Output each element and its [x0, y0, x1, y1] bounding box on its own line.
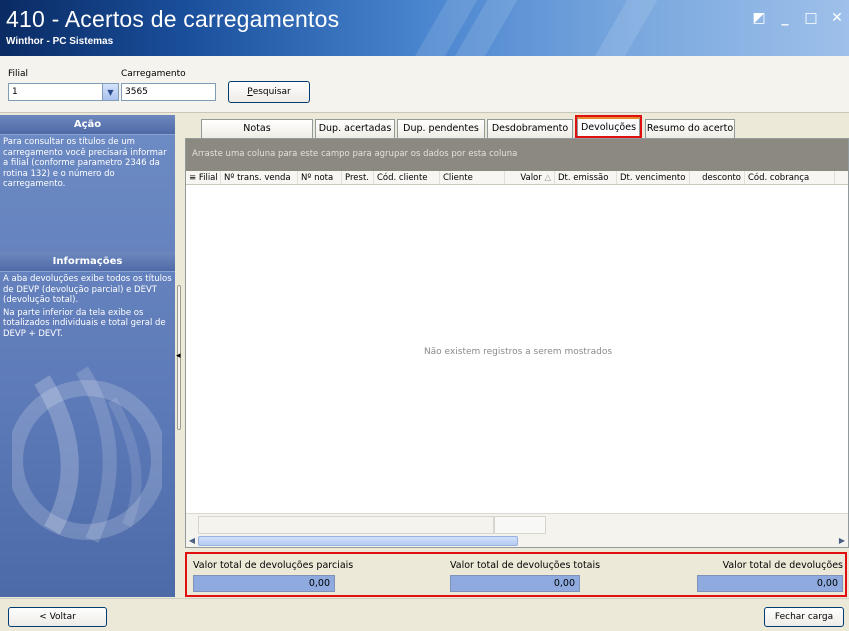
tab-bar: Notas fiscais/Romaneio Dup. acertadas Du…	[185, 115, 849, 151]
back-button[interactable]: < Voltar	[8, 607, 107, 627]
bottom-bar: < Voltar Fechar carga	[0, 598, 849, 631]
window-controls: ◩ _ □ ✕	[751, 10, 845, 26]
column-header[interactable]: Cód. cliente	[374, 171, 440, 184]
tab-dup-acertadas[interactable]: Dup. acertadas	[315, 119, 395, 138]
winthor-logo-icon	[12, 366, 162, 543]
group-by-area[interactable]: Arraste uma coluna para este campo para …	[186, 139, 848, 171]
tab-dup-pendentes[interactable]: Dup. pendentes	[397, 119, 485, 138]
total-parciais-value: 0,00	[193, 575, 335, 592]
column-header[interactable]: Nº nota	[298, 171, 342, 184]
column-header[interactable]: Nº trans. venda	[221, 171, 298, 184]
total-totais-label: Valor total de devoluções totais	[450, 560, 601, 571]
column-header[interactable]: Dt. emissão	[555, 171, 617, 184]
tab-notas-fiscais[interactable]: Notas fiscais/Romaneio	[201, 119, 313, 151]
tab-resumo-acerto[interactable]: Resumo do acerto	[645, 119, 735, 138]
filter-panel: Filial Carregamento 1 ▼ 3565 Pesquisar	[0, 56, 849, 113]
window-subtitle: Winthor - PC Sistemas	[6, 36, 114, 47]
total-geral-value: 0,00	[697, 575, 843, 592]
restore-icon[interactable]: ◩	[751, 10, 767, 26]
sort-icon: △	[544, 173, 551, 183]
filial-label: Filial	[8, 69, 29, 79]
column-header[interactable]: Cód. cobrança	[745, 171, 835, 184]
summary-cell	[198, 516, 494, 534]
filial-select[interactable]: 1 ▼	[8, 83, 119, 101]
filial-value: 1	[12, 87, 18, 97]
info-header: Informações	[0, 252, 175, 272]
scroll-left-icon[interactable]: ◀	[186, 535, 198, 547]
maximize-icon[interactable]: □	[803, 10, 819, 26]
column-header[interactable]: Dt. vencimento	[617, 171, 690, 184]
totals-panel: Valor total de devoluções parciais 0,00 …	[185, 552, 849, 597]
grid-summary-row	[186, 513, 848, 535]
column-header[interactable]: desconto	[690, 171, 745, 184]
column-header[interactable]: ≡ Filial	[186, 171, 221, 184]
column-header[interactable]: Prest.	[342, 171, 374, 184]
title-bar: 410 - Acertos de carregamentos Winthor -…	[0, 0, 849, 56]
column-header[interactable]: Valor △	[505, 171, 555, 184]
carregamento-input[interactable]: 3565	[121, 83, 216, 101]
summary-cell	[494, 516, 546, 534]
info-text-2: Na parte inferior da tela exibe os total…	[3, 307, 166, 339]
empty-message: Não existem registros a serem mostrados	[423, 347, 613, 357]
scroll-right-icon[interactable]: ▶	[836, 535, 848, 547]
help-panel: Ação Para consultar os títulos de um car…	[0, 115, 175, 597]
close-icon[interactable]: ✕	[829, 10, 845, 26]
total-parciais-label: Valor total de devoluções parciais	[193, 560, 354, 571]
carregamento-label: Carregamento	[121, 69, 186, 79]
acao-header: Ação	[0, 115, 175, 135]
info-text-1: A aba devoluções exibe todos os títulos …	[3, 274, 172, 305]
tab-desdobramento[interactable]: Desdobramento	[487, 119, 573, 138]
horizontal-scrollbar[interactable]: ◀ ▶	[186, 535, 848, 547]
search-button-label: esquisar	[252, 87, 291, 97]
chevron-down-icon[interactable]: ▼	[102, 84, 118, 100]
panel-splitter[interactable]: ◂	[175, 115, 185, 597]
scroll-thumb[interactable]	[198, 536, 518, 546]
window-title: 410 - Acertos de carregamentos	[6, 6, 340, 32]
column-header[interactable]: Cliente	[440, 171, 505, 184]
devolucoes-grid: Arraste uma coluna para este campo para …	[185, 138, 849, 548]
tab-devolucoes[interactable]: Devoluções	[577, 117, 640, 138]
collapse-arrow-icon[interactable]: ◂	[176, 351, 181, 361]
total-geral-label: Valor total de devoluções	[722, 560, 843, 571]
minimize-icon[interactable]: _	[777, 10, 793, 26]
close-load-button[interactable]: Fechar carga	[764, 607, 844, 627]
grid-header: ≡ Filial Nº trans. venda Nº nota Prest. …	[186, 171, 848, 185]
total-totais-value: 0,00	[450, 575, 580, 592]
acao-text: Para consultar os títulos de um carregam…	[3, 137, 167, 189]
search-button[interactable]: Pesquisar	[228, 81, 310, 103]
